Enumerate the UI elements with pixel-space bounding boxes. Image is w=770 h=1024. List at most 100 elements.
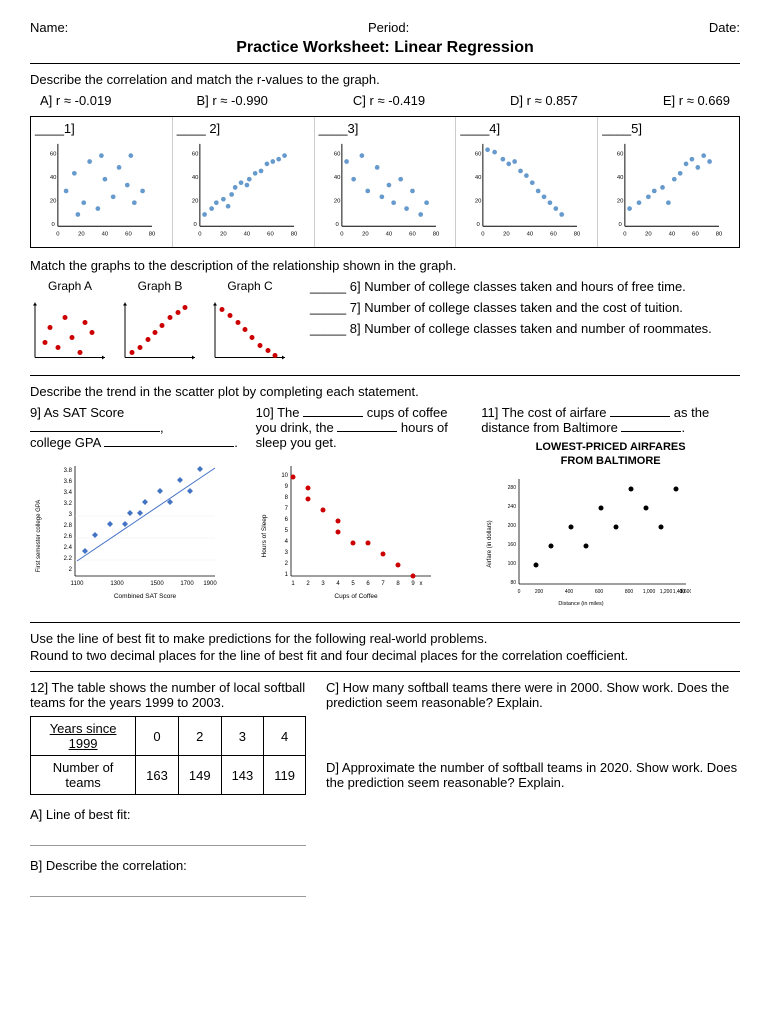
- graph-a-label: Graph A: [48, 279, 92, 293]
- q11-text: 11] The cost of airfare as the distance …: [481, 405, 740, 435]
- q11-col: 11] The cost of airfare as the distance …: [481, 405, 740, 612]
- qb-line[interactable]: [30, 877, 306, 897]
- q10-col: 10] The cups of coffee you drink, the ho…: [256, 405, 472, 604]
- graph-c-svg: [210, 295, 290, 365]
- section4-instruction2: Round to two decimal places for the line…: [30, 648, 740, 663]
- svg-text:3.4: 3.4: [64, 490, 73, 496]
- svg-text:2.4: 2.4: [64, 545, 73, 551]
- svg-text:Combined SAT Score: Combined SAT Score: [114, 593, 177, 600]
- scatter-label-1: ____1]: [35, 121, 168, 136]
- svg-text:400: 400: [565, 589, 574, 595]
- svg-text:Distance (in miles): Distance (in miles): [559, 601, 604, 607]
- graph-c: Graph C: [210, 279, 290, 365]
- svg-text:60: 60: [692, 232, 699, 238]
- svg-text:0: 0: [482, 232, 486, 238]
- svg-text:0: 0: [340, 232, 344, 238]
- svg-text:280: 280: [508, 485, 517, 491]
- q11-blank1[interactable]: [610, 416, 670, 417]
- graph-desc-8: _____ 8] Number of college classes taken…: [310, 321, 740, 336]
- table-section: 12] The table shows the number of local …: [30, 680, 740, 901]
- svg-text:40: 40: [385, 232, 392, 238]
- graph-desc-7: _____ 7] Number of college classes taken…: [310, 300, 740, 315]
- name-label: Name:: [30, 20, 68, 35]
- graph-b: Graph B: [120, 279, 200, 365]
- q11-blank2[interactable]: [621, 431, 681, 432]
- period-label: Period:: [368, 20, 409, 35]
- svg-text:3: 3: [69, 512, 73, 518]
- svg-text:40: 40: [333, 175, 340, 181]
- graph-abc-graphs: Graph A Graph B: [30, 279, 290, 365]
- svg-text:200: 200: [535, 589, 544, 595]
- svg-text:600: 600: [595, 589, 604, 595]
- q9-blank1[interactable]: [30, 431, 160, 432]
- svg-text:40: 40: [243, 232, 250, 238]
- svg-text:800: 800: [625, 589, 634, 595]
- svg-text:6: 6: [284, 517, 288, 523]
- q10-blank2[interactable]: [337, 431, 397, 432]
- svg-text:0: 0: [198, 232, 202, 238]
- row-val-2: 149: [178, 756, 221, 795]
- svg-text:9: 9: [284, 484, 288, 490]
- section2-instruction: Match the graphs to the description of t…: [30, 258, 740, 273]
- scatter-svg-1: 0 20 40 60 80 0 20 40 60: [35, 138, 168, 238]
- section1-instruction: Describe the correlation and match the r…: [30, 72, 740, 87]
- table-right-col: C] How many softball teams there were in…: [326, 680, 740, 901]
- graph-c-label: Graph C: [227, 279, 272, 293]
- chart-title-2: FROM BALTIMORE: [481, 455, 740, 467]
- graph-abc-section: Graph A Graph B: [30, 279, 740, 365]
- rvalues-row: A] r ≈ -0.019 B] r ≈ -0.990 C] r ≈ -0.41…: [30, 93, 740, 108]
- svg-text:1700: 1700: [180, 581, 194, 587]
- qD-text: D] Approximate the number of softball te…: [326, 760, 740, 790]
- svg-text:5: 5: [284, 528, 288, 534]
- svg-text:1,000: 1,000: [643, 589, 656, 595]
- svg-text:d: d: [680, 589, 683, 595]
- svg-text:2: 2: [284, 561, 288, 567]
- q9-text: 9] As SAT Score , college GPA .: [30, 405, 246, 450]
- svg-text:60: 60: [617, 152, 624, 158]
- scatter-label-3: ____3]: [319, 121, 452, 136]
- svg-text:Cups of Coffee: Cups of Coffee: [334, 593, 378, 600]
- row-val-1: 163: [136, 756, 179, 795]
- svg-text:60: 60: [267, 232, 274, 238]
- qa-line[interactable]: [30, 826, 306, 846]
- col-header-3: 3: [221, 717, 264, 756]
- scatter-svg-4: 0 20 40 60 80 0 20 40 60: [460, 138, 593, 238]
- svg-text:3: 3: [321, 581, 325, 587]
- table-left-col: 12] The table shows the number of local …: [30, 680, 306, 901]
- svg-text:80: 80: [432, 232, 439, 238]
- q10-blank1[interactable]: [303, 416, 363, 417]
- divider-2: [30, 375, 740, 376]
- qb-answer: B] Describe the correlation:: [30, 858, 306, 873]
- svg-text:80: 80: [574, 232, 581, 238]
- svg-text:20: 20: [220, 232, 227, 238]
- col-header-2: 2: [178, 717, 221, 756]
- col-header-0: Years since 1999: [31, 717, 136, 756]
- svg-text:60: 60: [333, 152, 340, 158]
- col-header-1: 0: [136, 717, 179, 756]
- svg-text:40: 40: [617, 175, 624, 181]
- svg-text:2: 2: [306, 581, 310, 587]
- svg-text:0: 0: [52, 222, 56, 228]
- rvalue-d: D] r ≈ 0.857: [510, 93, 578, 108]
- svg-text:2.6: 2.6: [64, 534, 73, 540]
- section4-instruction1: Use the line of best fit to make predict…: [30, 631, 740, 646]
- q9-blank2[interactable]: [104, 446, 234, 447]
- svg-text:80: 80: [149, 232, 156, 238]
- svg-text:40: 40: [475, 175, 482, 181]
- svg-text:60: 60: [50, 152, 57, 158]
- svg-text:4: 4: [336, 581, 340, 587]
- svg-text:40: 40: [527, 232, 534, 238]
- svg-text:20: 20: [475, 199, 482, 205]
- svg-text:3.8: 3.8: [64, 468, 73, 474]
- qa-answer: A] Line of best fit:: [30, 807, 306, 822]
- date-label: Date:: [709, 20, 740, 35]
- scatter-svg-5: 0 20 40 60 80 0 20 40 60: [602, 138, 735, 238]
- svg-text:3: 3: [284, 550, 288, 556]
- scatter-plots-row: ____1] 0 20 40 60 80 0 20 40 60: [30, 116, 740, 248]
- rvalue-c: C] r ≈ -0.419: [353, 93, 425, 108]
- row-label: Number of teams: [31, 756, 136, 795]
- svg-text:9: 9: [411, 581, 415, 587]
- softball-table: Years since 1999 0 2 3 4 Number of teams…: [30, 716, 306, 795]
- scatter-label-2: ____ 2]: [177, 121, 310, 136]
- graph-a: Graph A: [30, 279, 110, 365]
